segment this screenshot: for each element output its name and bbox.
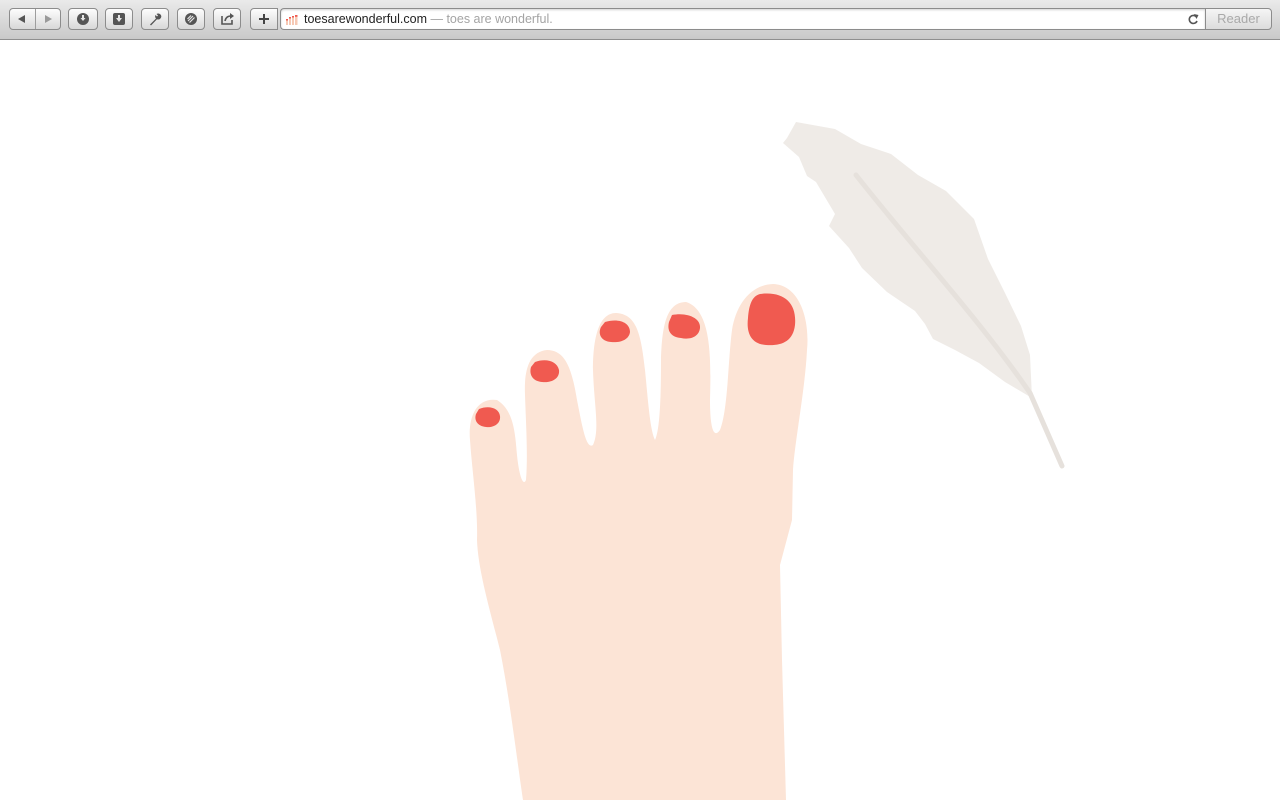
reload-icon[interactable] (1187, 12, 1199, 26)
nail-third-toe (599, 320, 630, 343)
forward-icon (44, 15, 52, 23)
wrench-icon (150, 13, 162, 26)
add-icon (259, 14, 269, 24)
downloads-button[interactable] (105, 8, 133, 30)
url-text: toesarewonderful.com — toes are wonderfu… (304, 12, 553, 26)
foot-icon (469, 284, 808, 800)
wrench-button[interactable] (141, 8, 169, 30)
reader-button[interactable]: Reader (1205, 8, 1272, 30)
feather-icon (783, 122, 1065, 469)
forward-button[interactable] (34, 9, 61, 29)
foot-illustration (469, 122, 1065, 800)
nail-big-toe (747, 293, 796, 346)
url-domain: toesarewonderful.com (304, 12, 427, 26)
top-sites-button[interactable] (68, 8, 98, 30)
downloads-icon (113, 13, 125, 25)
share-icon (220, 13, 234, 25)
back-button[interactable] (10, 9, 35, 29)
bookmark-icon (185, 13, 197, 25)
add-bookmark-button[interactable] (250, 8, 278, 30)
browser-toolbar: toesarewonderful.com — toes are wonderfu… (0, 0, 1280, 40)
nav-buttons (9, 8, 61, 30)
top-sites-icon (77, 13, 89, 25)
site-favicon (286, 15, 298, 25)
url-separator: — (426, 12, 447, 26)
page-title: toes are wonderful. (446, 12, 553, 26)
nail-fourth-toe (530, 360, 560, 383)
back-icon (18, 15, 26, 23)
bookmark-button[interactable] (177, 8, 205, 30)
share-button[interactable] (213, 8, 241, 30)
address-bar[interactable]: toesarewonderful.com — toes are wonderfu… (280, 8, 1205, 30)
nail-little-toe (475, 407, 501, 428)
page-content (0, 40, 1280, 800)
